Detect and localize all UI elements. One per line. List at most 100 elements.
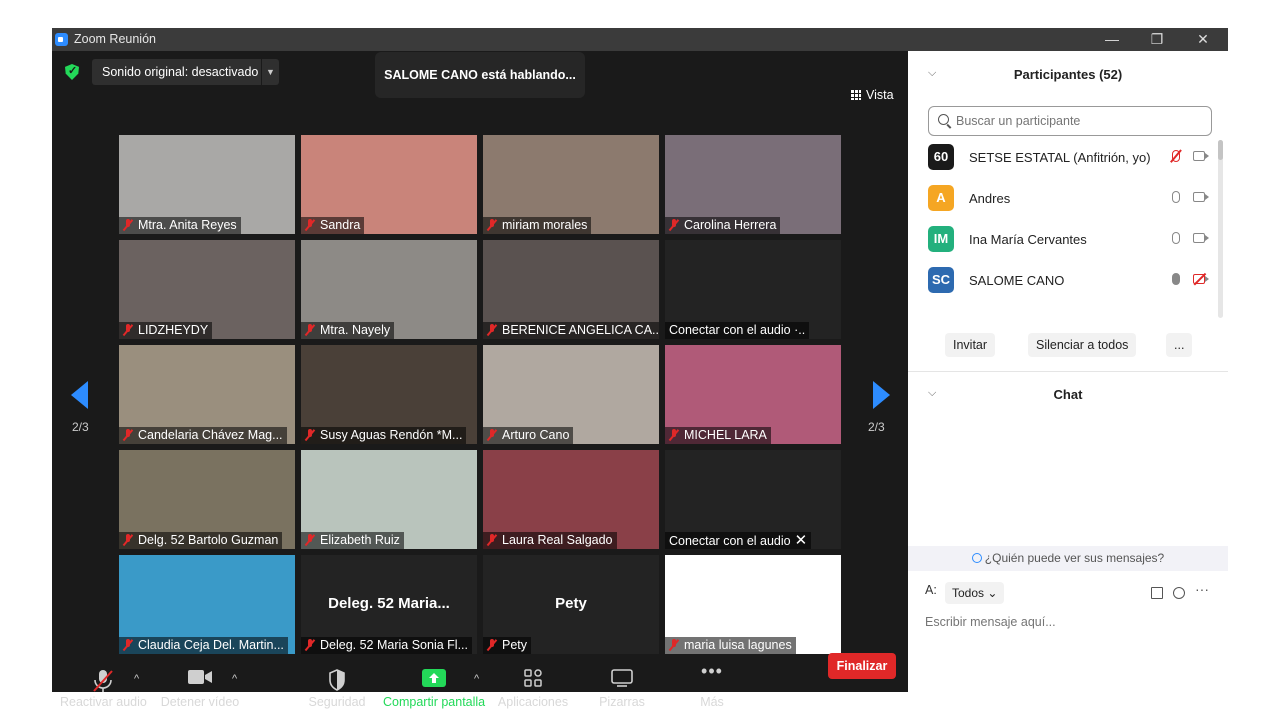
participant-name: Conectar con el audio ·..	[669, 323, 806, 337]
invite-button[interactable]: Invitar	[945, 333, 996, 357]
participant-name: Candelaria Chávez Mag...	[138, 428, 283, 442]
video-camera-icon[interactable]	[1193, 192, 1209, 202]
chevron-down-icon[interactable]: ▼	[261, 59, 279, 85]
muted-microphone-icon	[123, 324, 133, 336]
page-indicator-left: 2/3	[72, 420, 89, 434]
next-page-arrow-icon[interactable]	[873, 381, 890, 409]
muted-microphone-icon	[487, 219, 497, 231]
video-tile[interactable]: LIDZHEYDY	[119, 240, 295, 339]
participant-name: Delg. 52 Bartolo Guzman	[138, 533, 279, 547]
file-icon[interactable]	[1151, 587, 1163, 599]
participant-name-label: Laura Real Salgado	[483, 532, 617, 549]
participants-title: Participantes (52)	[1013, 67, 1123, 82]
participant-search-input[interactable]	[956, 112, 1206, 130]
security-shield-icon[interactable]	[65, 64, 79, 80]
security-button[interactable]: Seguridad	[302, 635, 372, 715]
share-screen-button[interactable]: Compartir pantalla	[383, 635, 485, 715]
participants-more-button[interactable]: ...	[1166, 333, 1193, 357]
original-sound-dropdown[interactable]: Sonido original: desactivado ▼	[92, 59, 279, 85]
video-tile[interactable]: MICHEL LARA	[665, 345, 841, 444]
participant-row[interactable]: SC SALOME CANO	[928, 263, 1218, 299]
stop-video-label: Detener vídeo	[160, 695, 240, 709]
participant-list-scrollbar[interactable]	[1218, 140, 1223, 318]
close-icon[interactable]: ✕	[1188, 29, 1218, 49]
participant-search[interactable]	[928, 106, 1212, 136]
apps-button[interactable]: Aplicaciones	[497, 635, 569, 715]
whiteboards-label: Pizarras	[599, 695, 645, 709]
participant-name-label: Sandra	[301, 217, 365, 234]
microphone-icon[interactable]	[1172, 232, 1180, 244]
muted-microphone-icon	[487, 429, 497, 441]
participant-name: LIDZHEYDY	[138, 323, 209, 337]
mute-all-button[interactable]: Silenciar a todos	[1028, 333, 1137, 357]
video-camera-icon[interactable]	[1193, 151, 1209, 161]
video-tile[interactable]: Laura Real Salgado	[483, 450, 659, 549]
minimize-icon[interactable]: —	[1097, 29, 1127, 49]
video-tile[interactable]: Mtra. Anita Reyes	[119, 135, 295, 234]
audio-options-caret-icon[interactable]: ^	[134, 673, 139, 685]
video-tile[interactable]: Carolina Herrera	[665, 135, 841, 234]
original-sound-label: Sonido original: desactivado	[102, 65, 259, 79]
video-tile[interactable]: Sandra	[301, 135, 477, 234]
microphone-icon[interactable]	[1172, 273, 1180, 285]
video-camera-icon[interactable]	[1193, 233, 1209, 243]
muted-microphone-icon	[123, 429, 133, 441]
whiteboards-button[interactable]: Pizarras	[592, 635, 652, 715]
video-tile[interactable]: Conectar con el audio ✕	[665, 450, 841, 549]
security-label: Seguridad	[308, 695, 366, 709]
gallery-grid: Mtra. Anita Reyes Sandra miriam morales Car…	[119, 135, 841, 654]
stop-video-button[interactable]: Detener vídeo	[160, 635, 240, 715]
apps-label: Aplicaciones	[497, 695, 569, 709]
participant-name: Elizabeth Ruiz	[320, 533, 400, 547]
muted-microphone-icon	[305, 324, 315, 336]
recipient-dropdown[interactable]: Todos ⌄	[945, 582, 1005, 604]
chat-title: Chat	[1053, 387, 1083, 402]
more-button[interactable]: ••• Más	[687, 635, 737, 715]
close-icon[interactable]: ✕	[795, 532, 808, 549]
video-options-caret-icon[interactable]: ^	[232, 673, 237, 685]
share-options-caret-icon[interactable]: ^	[474, 673, 479, 685]
muted-microphone-icon	[305, 219, 315, 231]
microphone-icon[interactable]	[1172, 191, 1180, 203]
video-tile[interactable]: Elizabeth Ruiz	[301, 450, 477, 549]
participant-row[interactable]: IM Ina María Cervantes	[928, 222, 1218, 258]
muted-microphone-icon	[487, 534, 497, 546]
share-screen-label: Compartir pantalla	[383, 695, 486, 709]
participant-name-label: Susy Aguas Rendón *M...	[301, 427, 467, 444]
zoom-window: Zoom Reunión — ❐ ✕ Sonido original: desa…	[52, 28, 1228, 709]
avatar: IM	[928, 226, 954, 252]
participant-name: Conectar con el audio	[669, 534, 791, 548]
apps-icon	[524, 669, 542, 687]
participant-row[interactable]: 60 SETSE ESTATAL (Anfitrión, yo)	[928, 140, 1218, 176]
video-tile[interactable]: Candelaria Chávez Mag...	[119, 345, 295, 444]
restore-icon[interactable]: ❐	[1142, 29, 1172, 49]
participant-row[interactable]: A Andres	[928, 181, 1218, 217]
panel-divider	[908, 371, 1228, 372]
emoji-icon[interactable]	[1173, 587, 1185, 599]
participant-name-label: BERENICE ANGELICA CA...	[483, 322, 659, 339]
previous-page-arrow-icon[interactable]	[71, 381, 88, 409]
chat-more-icon[interactable]: ···	[1195, 581, 1209, 597]
unmute-audio-button[interactable]: Reactivar audio	[60, 635, 147, 715]
participant-display-name: Pety	[555, 595, 587, 612]
muted-microphone-icon	[305, 429, 315, 441]
video-tile[interactable]: Delg. 52 Bartolo Guzman	[119, 450, 295, 549]
view-button[interactable]: Vista	[851, 88, 894, 102]
muted-microphone-icon[interactable]	[1172, 150, 1180, 162]
who-can-see-messages-link[interactable]: ¿Quién puede ver sus mensajes?	[908, 546, 1228, 571]
muted-microphone-icon	[669, 429, 679, 441]
avatar: 60	[928, 144, 954, 170]
more-label: Más	[700, 695, 724, 709]
video-tile[interactable]: Susy Aguas Rendón *M...	[301, 345, 477, 444]
video-off-icon[interactable]	[1193, 274, 1209, 284]
participant-row-name: SETSE ESTATAL (Anfitrión, yo)	[969, 150, 1151, 165]
title-bar: Zoom Reunión — ❐ ✕	[52, 28, 1228, 51]
video-tile[interactable]: miriam morales	[483, 135, 659, 234]
search-icon	[938, 114, 949, 125]
end-meeting-button[interactable]: Finalizar	[828, 653, 896, 679]
video-tile[interactable]: BERENICE ANGELICA CA...	[483, 240, 659, 339]
video-tile[interactable]: Conectar con el audio ·..	[665, 240, 841, 339]
chat-message-input[interactable]	[925, 615, 1215, 629]
video-tile[interactable]: Mtra. Nayely	[301, 240, 477, 339]
video-tile[interactable]: Arturo Cano	[483, 345, 659, 444]
